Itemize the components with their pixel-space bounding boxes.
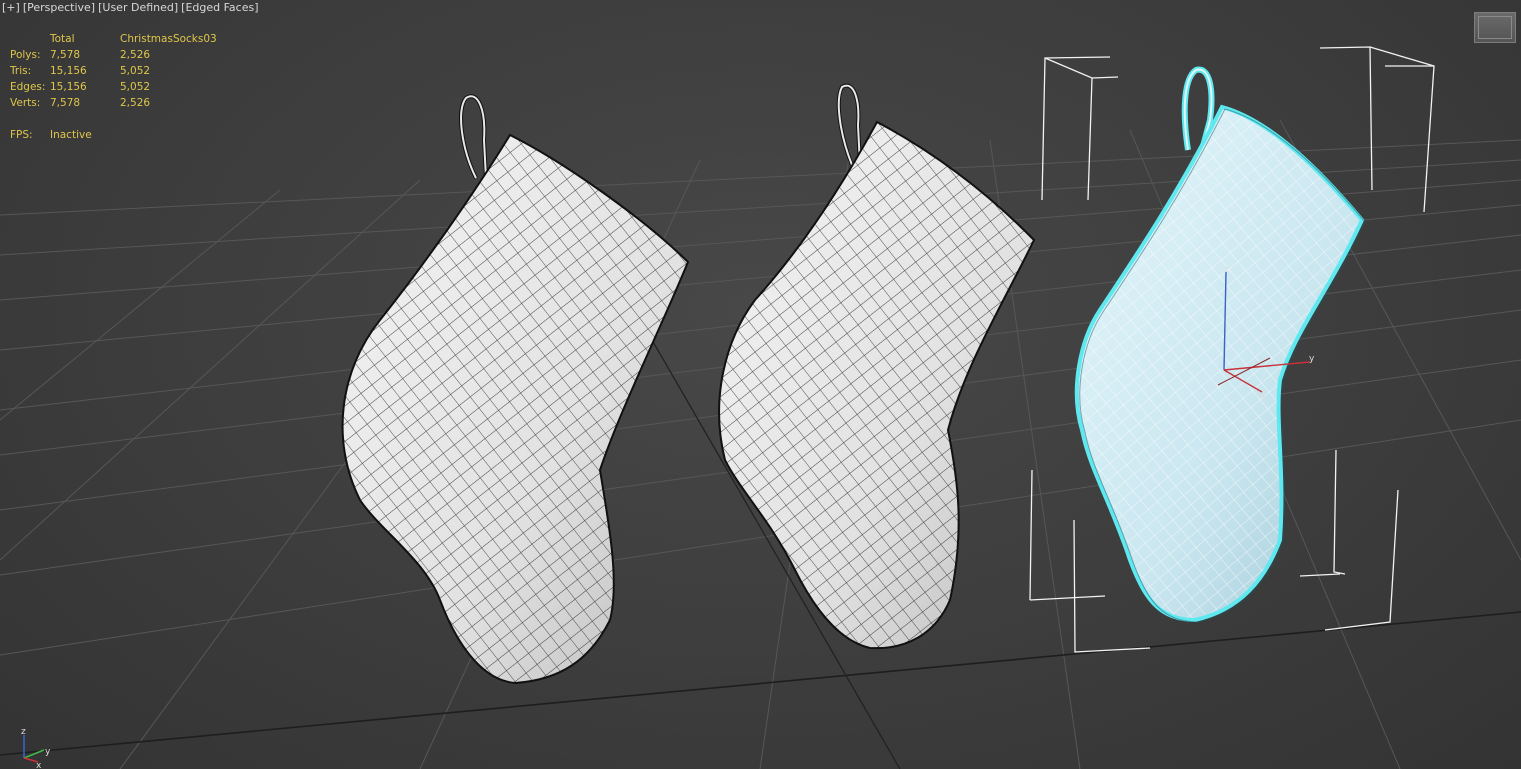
stats-total-value: 7,578	[50, 49, 81, 61]
viewport-statistics: Total ChristmasSocks03 Polys: 7,578 2,52…	[10, 31, 230, 143]
tripod-y-label: y	[45, 747, 51, 757]
stats-label: Edges:	[10, 81, 46, 93]
viewport-menu-display[interactable]: [Edged Faces]	[181, 1, 258, 14]
fps-label: FPS:	[10, 129, 33, 141]
stats-row: Edges: 15,156 5,052	[10, 79, 230, 95]
sock-object-1[interactable]	[300, 94, 720, 700]
viewport-label-menu[interactable]: [+] [Perspective] [User Defined] [Edged Fac…	[2, 1, 262, 14]
stats-object-header: ChristmasSocks03	[120, 33, 217, 45]
maximize-viewport-icon[interactable]	[1474, 12, 1516, 43]
stats-row: Tris: 15,156 5,052	[10, 63, 230, 79]
axis-tripod-icon: z y x	[21, 727, 51, 769]
stats-header-row: Total ChristmasSocks03	[10, 31, 230, 47]
gizmo-z-label: z	[1224, 265, 1229, 275]
stats-fps-row: FPS: Inactive	[10, 127, 230, 143]
perspective-viewport[interactable]: z y x z y x [+] [Perspective] [User Define…	[0, 0, 1521, 769]
grid-axis-line	[0, 611, 1521, 756]
tripod-x-label: x	[36, 761, 42, 769]
viewport-menu-plus[interactable]: [+]	[2, 1, 20, 14]
stats-row: Polys: 7,578 2,526	[10, 47, 230, 63]
fps-value: Inactive	[50, 129, 92, 141]
gizmo-x-label: x	[1260, 391, 1266, 401]
stats-label: Tris:	[10, 65, 32, 77]
stats-object-value: 5,052	[120, 81, 151, 93]
stats-row: Verts: 7,578 2,526	[10, 95, 230, 111]
stats-object-value: 2,526	[120, 49, 151, 61]
gizmo-y-label: y	[1309, 354, 1315, 364]
stats-total-value: 15,156	[50, 81, 87, 93]
stats-total-value: 7,578	[50, 97, 81, 109]
sock-object-3-selected[interactable]	[1060, 66, 1380, 640]
stats-label: Verts:	[10, 97, 41, 109]
tripod-z-label: z	[21, 727, 26, 737]
stats-object-value: 2,526	[120, 97, 151, 109]
stats-total-value: 15,156	[50, 65, 87, 77]
stats-total-header: Total	[50, 33, 75, 45]
stats-label: Polys:	[10, 49, 41, 61]
stats-object-value: 5,052	[120, 65, 151, 77]
viewport-menu-view[interactable]: [Perspective]	[23, 1, 95, 14]
viewport-menu-shading[interactable]: [User Defined]	[98, 1, 178, 14]
